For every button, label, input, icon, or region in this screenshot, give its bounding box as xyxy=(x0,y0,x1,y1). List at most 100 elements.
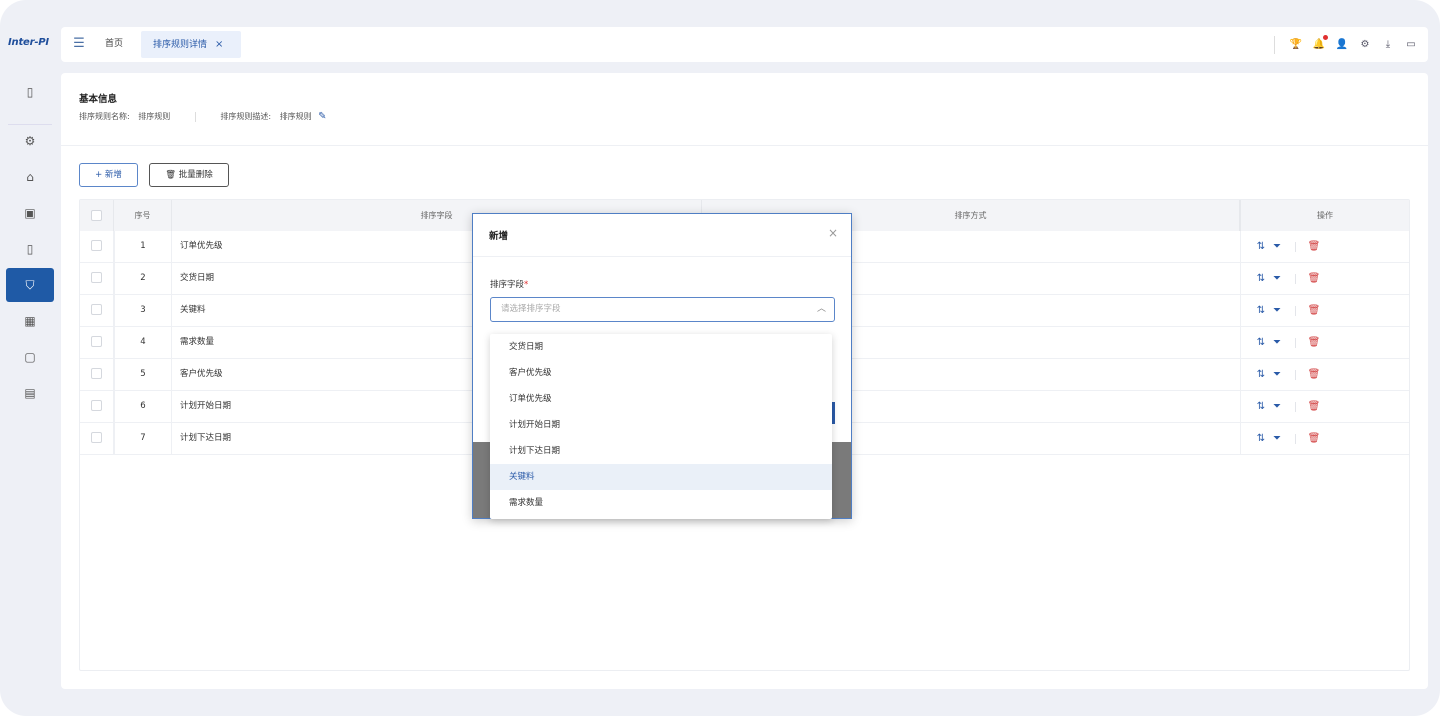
dropdown-option[interactable]: 订单优先级 xyxy=(490,386,832,412)
dropdown-option[interactable]: 关键料 xyxy=(490,464,832,490)
tab-sort-rule-detail[interactable]: 排序规则详情 × xyxy=(141,31,241,58)
user-icon[interactable]: 👤 xyxy=(1335,38,1349,52)
settings-icon[interactable]: ⚙ xyxy=(1358,38,1372,52)
trophy-icon[interactable]: 🏆 xyxy=(1289,38,1303,52)
row-checkbox[interactable] xyxy=(91,304,102,315)
dropdown-option[interactable]: 计划开始日期 xyxy=(490,412,832,438)
ops-divider xyxy=(1295,241,1296,252)
filter-icon[interactable]: ⏷ xyxy=(1269,295,1285,326)
ops-divider xyxy=(1295,273,1296,284)
app-frame: Inter-PI ☰ 首页 排序规则详情 × 🏆 🔔 👤 ⚙ ⤓ ▭ ▯ ⚙ ⌂ … xyxy=(0,0,1440,716)
ops-group: ⇅ ⏷ 🗑 xyxy=(1253,231,1322,263)
row-checkbox[interactable] xyxy=(91,400,102,411)
bell-icon[interactable]: 🔔 xyxy=(1312,35,1328,52)
basic-info-title: 基本信息 xyxy=(79,94,118,105)
delete-icon[interactable]: 🗑 xyxy=(1306,263,1322,294)
screen-icon[interactable]: ▢ xyxy=(6,340,54,374)
row-checkbox[interactable] xyxy=(91,432,102,443)
header-ops: 操作 xyxy=(1240,200,1409,231)
ops-divider xyxy=(1295,305,1296,316)
add-button[interactable]: + 新增 xyxy=(79,163,138,187)
sort-field-label-text: 排序字段 xyxy=(490,280,525,290)
download-icon[interactable]: ⤓ xyxy=(1381,38,1395,52)
building-icon[interactable]: ⌂ xyxy=(6,160,54,194)
delete-icon[interactable]: 🗑 xyxy=(1306,295,1322,326)
filter-icon[interactable]: ⏷ xyxy=(1269,263,1285,294)
sort-order-icon[interactable]: ⇅ xyxy=(1253,359,1269,390)
basic-info-row: 排序规则名称: 排序规则 排序规则描述: 排序规则 ✎ xyxy=(79,111,327,122)
dropdown-option[interactable]: 交货日期 xyxy=(490,334,832,360)
gear-icon[interactable]: ⚙ xyxy=(6,124,54,158)
delete-icon[interactable]: 🗑 xyxy=(1306,423,1322,454)
header-no: 序号 xyxy=(114,200,172,231)
grid-icon[interactable]: ▦ xyxy=(6,304,54,338)
notification-badge xyxy=(1323,35,1328,40)
ops-group: ⇅ ⏷ 🗑 xyxy=(1253,391,1322,423)
tab-close-icon[interactable]: × xyxy=(215,39,223,50)
menu-toggle-icon[interactable]: ☰ xyxy=(71,37,87,51)
ops-group: ⇅ ⏷ 🗑 xyxy=(1253,359,1322,391)
required-mark: * xyxy=(524,280,529,290)
delete-icon[interactable]: 🗑 xyxy=(1306,391,1322,422)
sort-order-icon[interactable]: ⇅ xyxy=(1253,391,1269,422)
tab-home[interactable]: 首页 xyxy=(105,31,133,58)
sort-field-select[interactable]: 请选择排序字段 ︿ xyxy=(490,297,835,322)
filter-icon[interactable]: ⏷ xyxy=(1269,391,1285,422)
row-check-cell xyxy=(80,263,114,294)
row-checkbox[interactable] xyxy=(91,336,102,347)
dropdown-option[interactable]: 需求数量 xyxy=(490,490,832,516)
ops-divider xyxy=(1295,337,1296,348)
dropdown-option[interactable]: 计划下达日期 xyxy=(490,438,832,464)
tab-detail-label: 排序规则详情 xyxy=(153,40,208,50)
row-no: 7 xyxy=(114,423,172,454)
sort-order-icon[interactable]: ⇅ xyxy=(1253,263,1269,294)
row-no: 3 xyxy=(114,295,172,326)
ops-group: ⇅ ⏷ 🗑 xyxy=(1253,295,1322,327)
ops-group: ⇅ ⏷ 🗑 xyxy=(1253,263,1322,295)
rule-desc-label: 排序规则描述: xyxy=(220,112,272,121)
batch-delete-button[interactable]: 🗑 批量删除 xyxy=(149,163,229,187)
row-no: 2 xyxy=(114,263,172,294)
topbar-icons: 🏆 🔔 👤 ⚙ ⤓ ▭ xyxy=(1289,35,1418,54)
monitor-icon[interactable]: ▭ xyxy=(1404,38,1418,52)
edit-icon[interactable]: ✎ xyxy=(318,111,326,122)
row-no: 5 xyxy=(114,359,172,390)
rule-name-value: 排序规则 xyxy=(138,112,171,121)
delete-icon[interactable]: 🗑 xyxy=(1306,327,1322,358)
top-bar: ☰ 首页 排序规则详情 × 🏆 🔔 👤 ⚙ ⤓ ▭ xyxy=(61,27,1428,62)
select-all-cell xyxy=(80,200,114,231)
file-icon[interactable]: ▯ xyxy=(6,232,54,266)
filter-icon[interactable]: ⏷ xyxy=(1269,359,1285,390)
close-icon[interactable]: × xyxy=(828,226,838,240)
dropdown-option[interactable]: 客户优先级 xyxy=(490,360,832,386)
sort-order-icon[interactable]: ⇅ xyxy=(1253,231,1269,262)
row-check-cell xyxy=(80,423,114,454)
row-ops: ⇅ ⏷ 🗑 xyxy=(1240,327,1409,358)
delete-icon[interactable]: 🗑 xyxy=(1306,359,1322,390)
document-icon[interactable]: ▯ xyxy=(6,75,54,109)
sort-order-icon[interactable]: ⇅ xyxy=(1253,327,1269,358)
delete-icon[interactable]: 🗑 xyxy=(1306,231,1322,262)
row-checkbox[interactable] xyxy=(91,240,102,251)
shield-icon[interactable]: ⛉ xyxy=(6,268,54,302)
ops-group: ⇅ ⏷ 🗑 xyxy=(1253,423,1322,455)
sort-order-icon[interactable]: ⇅ xyxy=(1253,295,1269,326)
chevron-up-icon: ︿ xyxy=(816,304,826,314)
filter-icon[interactable]: ⏷ xyxy=(1269,423,1285,454)
row-check-cell xyxy=(80,327,114,358)
ops-divider xyxy=(1295,433,1296,444)
info-divider xyxy=(194,111,196,122)
sort-order-icon[interactable]: ⇅ xyxy=(1253,423,1269,454)
row-checkbox[interactable] xyxy=(91,272,102,283)
row-check-cell xyxy=(80,295,114,326)
row-checkbox[interactable] xyxy=(91,368,102,379)
sort-field-dropdown: 交货日期 客户优先级 订单优先级 计划开始日期 计划下达日期 关键料 需求数量 xyxy=(490,334,832,519)
rule-name-label: 排序规则名称: xyxy=(79,112,130,121)
filter-icon[interactable]: ⏷ xyxy=(1269,327,1285,358)
row-ops: ⇅ ⏷ 🗑 xyxy=(1240,263,1409,294)
filter-icon[interactable]: ⏷ xyxy=(1269,231,1285,262)
board-icon[interactable]: ▤ xyxy=(6,376,54,410)
select-all-checkbox[interactable] xyxy=(91,210,102,221)
calendar-icon[interactable]: ▣ xyxy=(6,196,54,230)
sort-field-label: 排序字段* xyxy=(490,278,528,290)
